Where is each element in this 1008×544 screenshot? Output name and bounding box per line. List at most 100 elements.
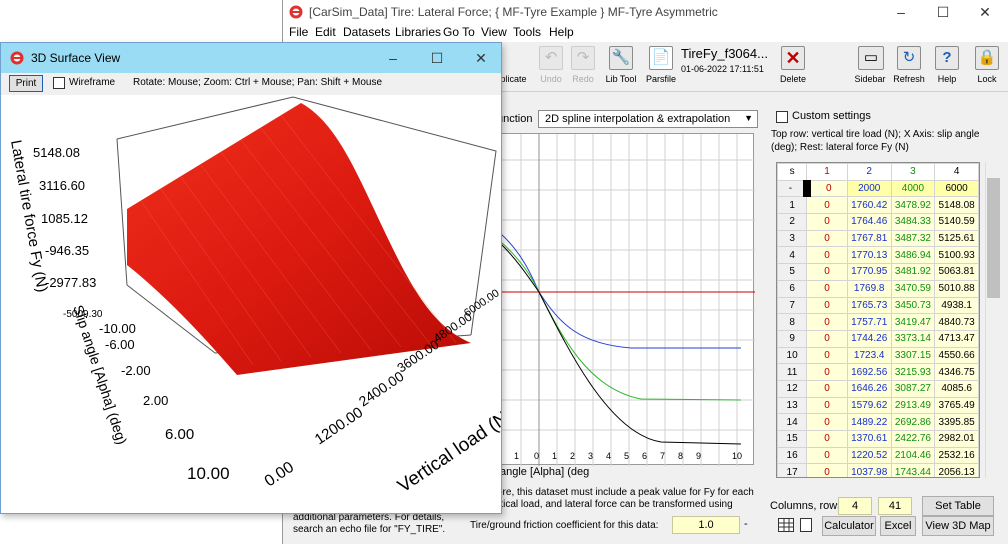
table-cell[interactable]: 0: [806, 379, 848, 398]
table-cell[interactable]: 3484.33: [890, 213, 936, 231]
table-cell[interactable]: 3087.27: [890, 379, 936, 398]
table-cell[interactable]: 0: [806, 396, 848, 415]
table-cell[interactable]: 0: [806, 263, 848, 281]
table-cell[interactable]: 0: [802, 179, 848, 198]
minimize-button[interactable]: –: [881, 2, 921, 22]
table-cell[interactable]: 5063.81: [934, 263, 979, 281]
single-view-icon[interactable]: [800, 518, 812, 532]
table-cell[interactable]: 1220.52: [846, 446, 892, 465]
surface-3d-canvas[interactable]: 5148.08 3116.60 1085.12 -946.35 -2977.83…: [1, 95, 501, 513]
table-cell[interactable]: 0: [806, 296, 848, 315]
table-cell[interactable]: 1757.71: [846, 313, 892, 331]
menu-file[interactable]: File: [289, 25, 308, 39]
table-cell[interactable]: 0: [806, 279, 848, 298]
table-cell[interactable]: 4840.73: [934, 313, 979, 331]
table-cell[interactable]: 0: [806, 329, 848, 348]
table-cell[interactable]: 0: [806, 446, 848, 465]
table-cell[interactable]: 1764.46: [846, 213, 892, 231]
table-cell[interactable]: 1037.98: [846, 463, 892, 477]
table-cell[interactable]: 2000: [846, 179, 892, 198]
table-cell[interactable]: 3395.85: [934, 413, 979, 431]
table-cell[interactable]: 5148.08: [934, 196, 979, 215]
table-cell[interactable]: 5125.61: [934, 229, 979, 248]
table-cell[interactable]: 1692.56: [846, 363, 892, 381]
table-cell[interactable]: 1579.62: [846, 396, 892, 415]
menu-goto[interactable]: Go To: [443, 25, 475, 39]
table-cell[interactable]: 0: [806, 196, 848, 215]
close-button[interactable]: ✕: [965, 2, 1005, 22]
calculator-button[interactable]: Calculator: [822, 516, 876, 536]
table-cell[interactable]: 4938.1: [934, 296, 979, 315]
function-select[interactable]: 2D spline interpolation & extrapolation …: [538, 110, 758, 128]
table-cell[interactable]: 1370.61: [846, 430, 892, 448]
menu-view[interactable]: View: [481, 25, 507, 39]
table-cell[interactable]: 1769.8: [846, 279, 892, 298]
lock-button[interactable]: 🔒 Lock: [965, 44, 1008, 88]
table-cell[interactable]: 3486.94: [890, 246, 936, 265]
print-button[interactable]: Print: [9, 75, 43, 92]
excel-button[interactable]: Excel: [880, 516, 916, 536]
table-scrollbar-thumb[interactable]: [987, 178, 1000, 298]
table-view-icon[interactable]: [778, 518, 794, 532]
custom-settings-checkbox[interactable]: [776, 111, 788, 123]
table-cell[interactable]: 2056.13: [934, 463, 979, 477]
table-cell[interactable]: 3487.32: [890, 229, 936, 248]
table-cell[interactable]: 3765.49: [934, 396, 979, 415]
table-cell[interactable]: 3470.59: [890, 279, 936, 298]
maximize-button[interactable]: ☐: [923, 2, 963, 22]
table-cell[interactable]: 4000: [890, 179, 936, 198]
table-cell[interactable]: 3419.47: [890, 313, 936, 331]
wireframe-checkbox[interactable]: [53, 77, 65, 89]
table-cell[interactable]: 2692.86: [890, 413, 936, 431]
table-cell[interactable]: 3478.92: [890, 196, 936, 215]
table-cell[interactable]: 0: [806, 363, 848, 381]
table-cell[interactable]: 0: [806, 246, 848, 265]
table-cell[interactable]: 6000: [934, 179, 979, 198]
table-cell[interactable]: 0: [806, 229, 848, 248]
table-cell[interactable]: 1489.22: [846, 413, 892, 431]
table-cell[interactable]: 0: [806, 313, 848, 331]
table-cell[interactable]: 1765.73: [846, 296, 892, 315]
table-cell[interactable]: 2532.16: [934, 446, 979, 465]
table-cell[interactable]: 5140.59: [934, 213, 979, 231]
menu-tools[interactable]: Tools: [513, 25, 541, 39]
table-cell[interactable]: 1770.13: [846, 246, 892, 265]
table-cell[interactable]: 0: [806, 430, 848, 448]
table-cell[interactable]: 2104.46: [890, 446, 936, 465]
table-cell[interactable]: 5010.88: [934, 279, 979, 298]
table-cell[interactable]: 4713.47: [934, 329, 979, 348]
table-cell[interactable]: 1770.95: [846, 263, 892, 281]
table-cell[interactable]: 3373.14: [890, 329, 936, 348]
menu-datasets[interactable]: Datasets: [343, 25, 390, 39]
table-cell[interactable]: 0: [806, 413, 848, 431]
friction-coefficient-input[interactable]: 1.0: [672, 516, 740, 534]
delete-button[interactable]: ✕ Delete: [771, 44, 815, 88]
rows-input[interactable]: 41: [878, 497, 912, 515]
close-button[interactable]: ✕: [461, 48, 501, 68]
table-cell[interactable]: 2422.76: [890, 430, 936, 448]
table-cell[interactable]: 1744.26: [846, 329, 892, 348]
table-cell[interactable]: 1723.4: [846, 346, 892, 365]
table-cell[interactable]: 3450.73: [890, 296, 936, 315]
table-cell[interactable]: 0: [806, 346, 848, 365]
table-cell[interactable]: 3307.15: [890, 346, 936, 365]
table-cell[interactable]: 5100.93: [934, 246, 979, 265]
minimize-button[interactable]: –: [373, 48, 413, 68]
table-cell[interactable]: 0: [806, 213, 848, 231]
menu-edit[interactable]: Edit: [315, 25, 336, 39]
table-cell[interactable]: 1743.44: [890, 463, 936, 477]
parsfile-button[interactable]: 📄 Parsfile: [639, 44, 683, 88]
table-cell[interactable]: 0: [806, 463, 848, 477]
columns-input[interactable]: 4: [838, 497, 872, 515]
table-cell[interactable]: 2913.49: [890, 396, 936, 415]
set-table-size-button[interactable]: Set Table Size: [922, 496, 994, 530]
table-cell[interactable]: 4346.75: [934, 363, 979, 381]
table-cell[interactable]: 1760.42: [846, 196, 892, 215]
table-cell[interactable]: 4085.6: [934, 379, 979, 398]
maximize-button[interactable]: ☐: [417, 48, 457, 68]
menu-help[interactable]: Help: [549, 25, 574, 39]
table-cell[interactable]: 4550.66: [934, 346, 979, 365]
table-cell[interactable]: 2982.01: [934, 430, 979, 448]
table-cell[interactable]: 1646.26: [846, 379, 892, 398]
table-cell[interactable]: 3215.93: [890, 363, 936, 381]
